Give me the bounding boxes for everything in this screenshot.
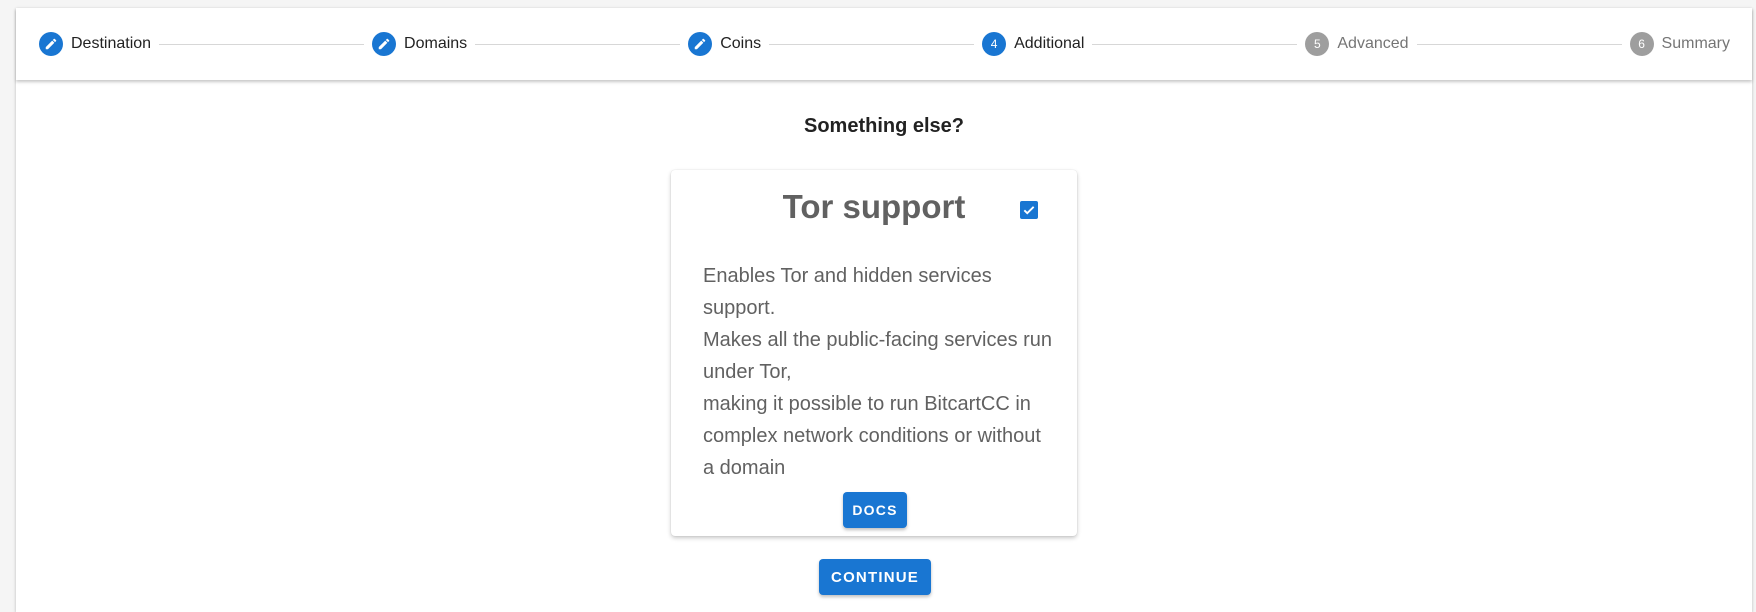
- tor-support-checkbox[interactable]: [1020, 201, 1038, 219]
- step-content: Something else? Tor support Enables Tor …: [16, 80, 1752, 612]
- step-label: Advanced: [1337, 35, 1409, 52]
- step-additional[interactable]: 4 Additional: [982, 32, 1084, 56]
- pencil-icon: [372, 32, 397, 56]
- description-line: Makes all the public-facing services run…: [703, 329, 1053, 383]
- step-coins[interactable]: Coins: [688, 32, 761, 56]
- stepper-header: Destination Domains Coins 4 Additional 5…: [16, 8, 1752, 80]
- card-description: Enables Tor and hidden services support.…: [703, 260, 1053, 484]
- step-label: Destination: [71, 35, 152, 52]
- description-line: making it possible to run BitcartCC in c…: [703, 393, 1041, 479]
- step-divider: [1416, 43, 1622, 45]
- step-number-badge: 4: [982, 32, 1007, 56]
- check-icon: [1023, 206, 1035, 215]
- step-domains[interactable]: Domains: [372, 32, 467, 56]
- step-label: Summary: [1661, 35, 1730, 52]
- step-advanced[interactable]: 5 Advanced: [1305, 32, 1409, 56]
- step-destination[interactable]: Destination: [39, 32, 151, 56]
- step-divider: [1092, 43, 1298, 45]
- step-number-badge: 6: [1629, 32, 1654, 56]
- step-divider: [769, 43, 975, 45]
- docs-button[interactable]: Docs: [843, 492, 907, 528]
- continue-button[interactable]: Continue: [819, 559, 931, 595]
- step-divider: [159, 43, 365, 45]
- step-number-badge: 5: [1305, 32, 1330, 56]
- pencil-icon: [688, 32, 713, 56]
- step-label: Additional: [1014, 35, 1085, 52]
- wizard-window: Destination Domains Coins 4 Additional 5…: [16, 8, 1752, 612]
- step-summary[interactable]: 6 Summary: [1629, 32, 1730, 56]
- step-label: Domains: [404, 35, 468, 52]
- step-label: Coins: [720, 35, 762, 52]
- pencil-icon: [39, 32, 63, 56]
- description-line: Enables Tor and hidden services support.: [703, 265, 992, 319]
- tor-support-card: Tor support Enables Tor and hidden servi…: [671, 170, 1077, 536]
- step-divider: [475, 43, 681, 45]
- section-title: Something else?: [803, 115, 965, 137]
- card-title: Tor support: [782, 188, 966, 225]
